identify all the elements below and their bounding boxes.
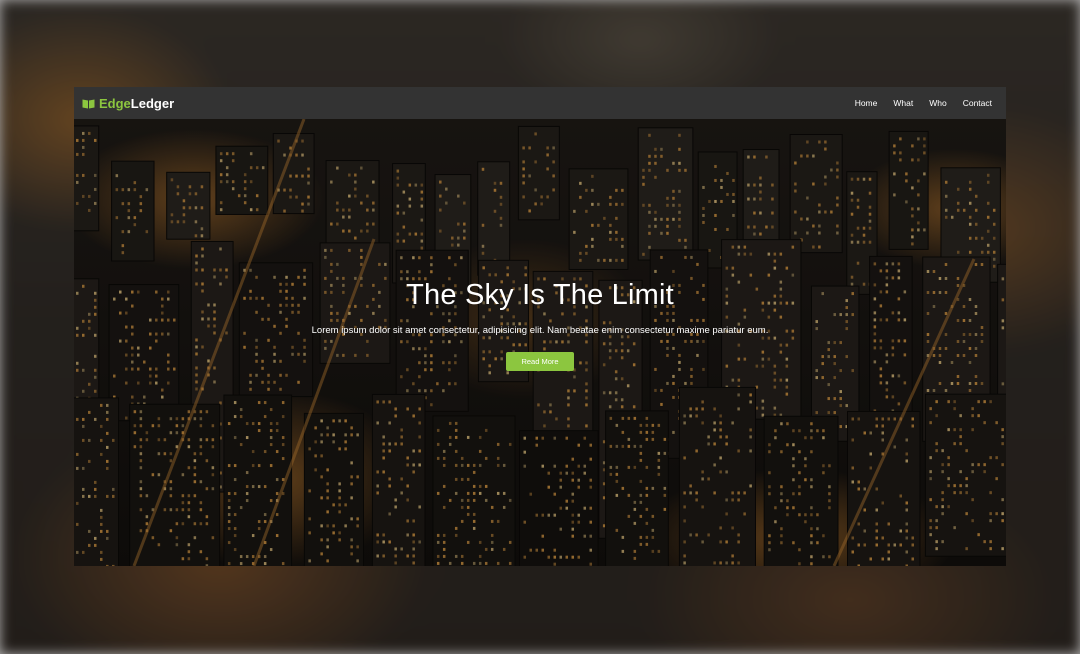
website-preview: EdgeLedger Home What Who Contact The Sky… bbox=[74, 87, 1006, 566]
navbar: EdgeLedger Home What Who Contact bbox=[74, 87, 1006, 119]
brand-logo[interactable]: EdgeLedger bbox=[82, 96, 174, 111]
nav-link-contact[interactable]: Contact bbox=[963, 98, 992, 108]
nav-link-home[interactable]: Home bbox=[855, 98, 878, 108]
open-book-icon bbox=[82, 99, 95, 108]
nav-links: Home What Who Contact bbox=[855, 98, 992, 108]
nav-link-who[interactable]: Who bbox=[929, 98, 946, 108]
hero-subtitle: Lorem ipsum dolor sit amet consectetur, … bbox=[311, 325, 769, 336]
brand-name-ledger: Ledger bbox=[130, 95, 175, 111]
nav-link-what[interactable]: What bbox=[893, 98, 913, 108]
read-more-button[interactable]: Read More bbox=[506, 352, 574, 371]
brand-name-edge: Edge bbox=[99, 95, 131, 111]
hero-content: The Sky Is The Limit Lorem ipsum dolor s… bbox=[74, 279, 1006, 371]
hero-section: The Sky Is The Limit Lorem ipsum dolor s… bbox=[74, 119, 1006, 566]
hero-title: The Sky Is The Limit bbox=[406, 279, 674, 311]
